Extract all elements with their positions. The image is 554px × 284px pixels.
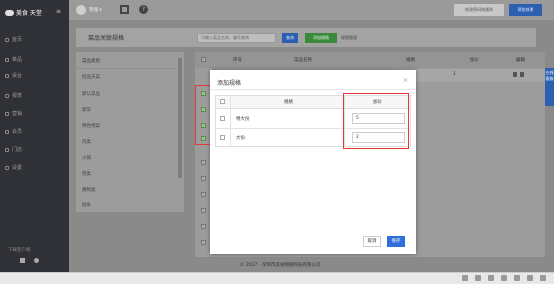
apple-icon[interactable] [34,258,39,263]
cloud-logo-icon [5,9,14,16]
add-spec-button[interactable]: 添加规格 [305,33,337,43]
row-checkbox[interactable] [201,240,206,245]
help-icon[interactable]: ? [139,5,148,14]
spec-row-checkbox[interactable] [220,116,225,121]
footer-copyright: © 2017 - 深圳市美食网络科技有限公司 [240,263,321,268]
member-icon [5,129,9,134]
category-item[interactable]: 肉类 [82,139,91,145]
category-header: 菜品类别 [82,59,100,64]
tray-icon[interactable] [488,275,494,281]
online-service-tab[interactable]: 在线客服 [545,68,554,106]
dish-table-header [195,52,545,68]
spec-row-checkbox[interactable] [220,135,225,140]
table-icon [5,73,9,78]
avatar[interactable] [76,5,86,15]
category-item[interactable]: 火锅 [82,155,91,161]
row-checkbox[interactable] [201,224,206,229]
windows-icon[interactable] [20,258,25,263]
row-checkbox[interactable] [201,176,206,181]
page-title: 菜品关联规格 [88,35,125,42]
spec-header: 规格 [284,100,293,105]
divider [230,96,231,146]
edit-icon[interactable] [520,72,524,77]
row-checkbox[interactable] [201,208,206,213]
col-spec: 规格 [406,58,415,63]
col-edit: 编辑 [516,58,525,63]
nav-item-home[interactable]: 首页 [5,36,22,43]
marketing-icon [5,111,9,116]
modal-title: 添加规格 [217,80,242,87]
category-item[interactable]: 腌制类 [82,187,96,193]
divider [210,89,416,90]
row-checkbox[interactable] [201,192,206,197]
report-icon [5,93,9,98]
category-item[interactable]: 家常 [82,107,91,113]
spec-name: 特大份 [236,117,250,122]
col-index: 序号 [233,58,242,63]
qr-code-icon[interactable] [120,5,129,14]
highlight-price-inputs [343,93,409,149]
select-all-checkbox[interactable] [201,57,206,62]
tray-icon[interactable] [462,275,468,281]
search-input[interactable]: 可输入菜品名称、编号查询 [197,33,276,43]
gear-icon [5,165,9,170]
delete-icon[interactable] [513,72,517,77]
notice-button[interactable]: 修改密码和通知 [454,4,504,16]
menu-toggle-icon[interactable]: ≡ [56,8,61,15]
spec-manage-link[interactable]: 规格管理 [341,35,357,41]
save-button[interactable]: 保存 [387,236,405,247]
divider [76,68,176,69]
tray-icon[interactable] [475,275,481,281]
dish-icon [5,57,9,62]
preview-button[interactable]: 预览效果 [509,4,542,16]
category-item[interactable]: 招品天菜 [82,74,100,80]
category-item[interactable]: 煲类 [82,171,91,177]
nav-item-marketing[interactable]: 营销 [5,110,22,117]
category-item[interactable]: 默认菜品 [82,91,100,97]
user-menu[interactable]: 管理 ▾ [89,7,102,13]
tray-icon[interactable] [527,275,533,281]
tray-icon[interactable] [514,275,520,281]
cancel-button[interactable]: 取消 [363,236,381,247]
download-client-label: 下载客户端 [8,248,31,253]
search-button[interactable]: 查询 [282,33,298,43]
row-checkbox[interactable] [201,160,206,165]
nav-item-settings[interactable]: 设置 [5,164,22,171]
spec-name: 大份 [236,136,245,141]
store-icon [5,147,9,152]
category-item[interactable]: 特色特菜 [82,123,100,129]
close-icon[interactable]: × [403,77,408,84]
col-dish-name: 菜品名称 [294,58,312,63]
nav-item-dishes[interactable]: 菜品 [5,56,22,63]
nav-item-reports[interactable]: 报表 [5,92,22,99]
category-scrollbar[interactable] [178,58,182,178]
brand-logo[interactable]: 美食 天堂 [5,8,42,17]
col-price: 加价 [470,58,479,63]
taskbar [0,272,554,284]
nav-item-members[interactable]: 会员 [5,128,22,135]
row-number: 1 [453,72,456,77]
brand-name: 美食 天堂 [16,10,42,17]
tray-icon[interactable] [501,275,507,281]
nav-item-stores[interactable]: 门店 [5,146,22,153]
select-all-spec-checkbox[interactable] [220,99,225,104]
tray-icon[interactable] [540,275,546,281]
home-icon [5,37,9,42]
nav-item-tables[interactable]: 桌台 [5,72,22,79]
category-item[interactable]: 副食 [82,202,91,208]
